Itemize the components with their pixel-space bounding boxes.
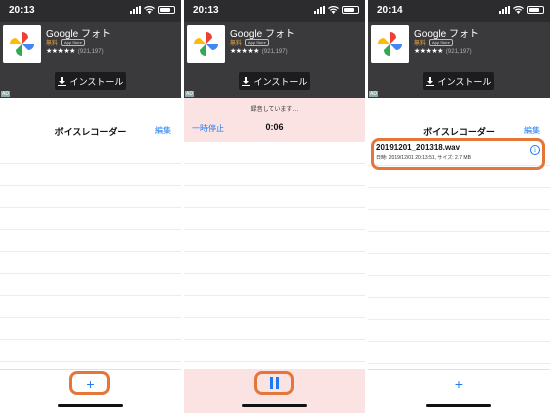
list-row (368, 320, 550, 342)
rating-stars: ★★★★★ (921,197) (414, 48, 472, 55)
list-row (0, 186, 181, 208)
wifi-icon (513, 6, 524, 14)
ad-choices-icon[interactable]: AD (1, 91, 10, 97)
wifi-icon (144, 6, 155, 14)
download-icon (241, 76, 250, 86)
battery-icon (158, 6, 175, 14)
rating-stars: ★★★★★ (921,197) (230, 48, 288, 55)
download-icon (425, 76, 434, 86)
edit-button[interactable]: 編集 (524, 125, 540, 136)
ad-price: 無料 (46, 41, 59, 47)
list-row (184, 340, 365, 362)
home-indicator (242, 404, 307, 407)
recordings-list (184, 142, 365, 362)
battery-icon (342, 6, 359, 14)
rating-stars: ★★★★★ (921,197) (46, 48, 104, 55)
google-photos-logo (3, 25, 41, 63)
list-row (368, 210, 550, 232)
status-bar: 20:14 (368, 0, 550, 22)
list-row (0, 252, 181, 274)
status-bar: 20:13 (0, 0, 181, 22)
edit-button[interactable]: 編集 (155, 125, 171, 136)
status-bar: 20:13 (184, 0, 365, 22)
google-photos-logo (187, 25, 225, 63)
ad-price: 無料 (414, 41, 427, 47)
screen-recording: 20:13 Google フォト 無料 App Store ★★★★★ (921,1… (184, 0, 365, 413)
list-row (184, 164, 365, 186)
list-row (368, 232, 550, 254)
install-label: インストール (69, 76, 124, 87)
bottom-toolbar: + (368, 369, 550, 413)
list-row (368, 342, 550, 364)
list-row (184, 318, 365, 340)
page-title: ボイスレコーダー (54, 127, 127, 137)
list-row (184, 252, 365, 274)
rating-count: (921,197) (77, 49, 104, 55)
list-row (0, 318, 181, 340)
install-button[interactable]: インストール (239, 72, 310, 90)
elapsed-time: 0:06 (265, 122, 284, 132)
recording-header: 録音しています… 一時停止 0:06 (184, 98, 365, 142)
list-row (0, 340, 181, 362)
list-row (0, 274, 181, 296)
recording-status-text: 録音しています… (250, 107, 299, 113)
screen-file-saved: 20:14 Google フォト 無料 App Store ★★★★★ (921,1… (368, 0, 550, 413)
list-row (368, 254, 550, 276)
highlight-new-file (371, 138, 545, 170)
ad-choices-icon[interactable]: AD (369, 91, 378, 97)
list-row (368, 298, 550, 320)
signal-icon (314, 6, 325, 14)
battery-icon (527, 6, 544, 14)
home-indicator (58, 404, 123, 407)
add-recording-button[interactable]: + (368, 377, 550, 391)
app-store-badge: App Store (429, 39, 453, 46)
list-row (368, 188, 550, 210)
list-row (184, 296, 365, 318)
ad-price: 無料 (230, 41, 243, 47)
signal-icon (130, 6, 141, 14)
rating-count: (921,197) (445, 49, 472, 55)
status-time: 20:13 (9, 5, 35, 16)
list-row (0, 208, 181, 230)
app-store-badge: App Store (61, 39, 85, 46)
highlight-pause-button (254, 371, 294, 395)
recordings-list (0, 142, 181, 362)
home-indicator (426, 404, 491, 407)
highlight-add-button (69, 371, 110, 395)
google-photos-logo (371, 25, 409, 63)
list-row (0, 142, 181, 164)
status-time: 20:14 (377, 5, 403, 16)
ad-choices-icon[interactable]: AD (185, 91, 194, 97)
install-label: インストール (437, 76, 492, 87)
list-row (184, 142, 365, 164)
ad-banner[interactable]: Google フォト 無料 App Store ★★★★★ (921,197) イン… (0, 22, 181, 98)
install-label: インストール (253, 76, 308, 87)
page-title: ボイスレコーダー (423, 127, 495, 137)
app-store-badge: App Store (245, 39, 269, 46)
install-button[interactable]: インストール (55, 72, 126, 90)
list-row (0, 230, 181, 252)
nav-bar: ボイスレコーダー 編集 (0, 120, 181, 142)
ad-banner[interactable]: Google フォト 無料 App Store ★★★★★ (921,197) イン… (184, 22, 365, 98)
list-row (368, 276, 550, 298)
list-row (0, 164, 181, 186)
signal-icon (499, 6, 510, 14)
status-time: 20:13 (193, 5, 219, 16)
list-row (184, 208, 365, 230)
list-row (184, 230, 365, 252)
rating-count: (921,197) (261, 49, 288, 55)
install-button[interactable]: インストール (423, 72, 494, 90)
list-row (184, 186, 365, 208)
ad-banner[interactable]: Google フォト 無料 App Store ★★★★★ (921,197) イン… (368, 22, 550, 98)
wifi-icon (328, 6, 339, 14)
list-row (0, 296, 181, 318)
list-row (184, 274, 365, 296)
recordings-list (368, 166, 550, 364)
screen-empty-list: 20:13 Google フォト 無料 App Store ★★★★★ (921,1… (0, 0, 181, 413)
download-icon (57, 76, 66, 86)
